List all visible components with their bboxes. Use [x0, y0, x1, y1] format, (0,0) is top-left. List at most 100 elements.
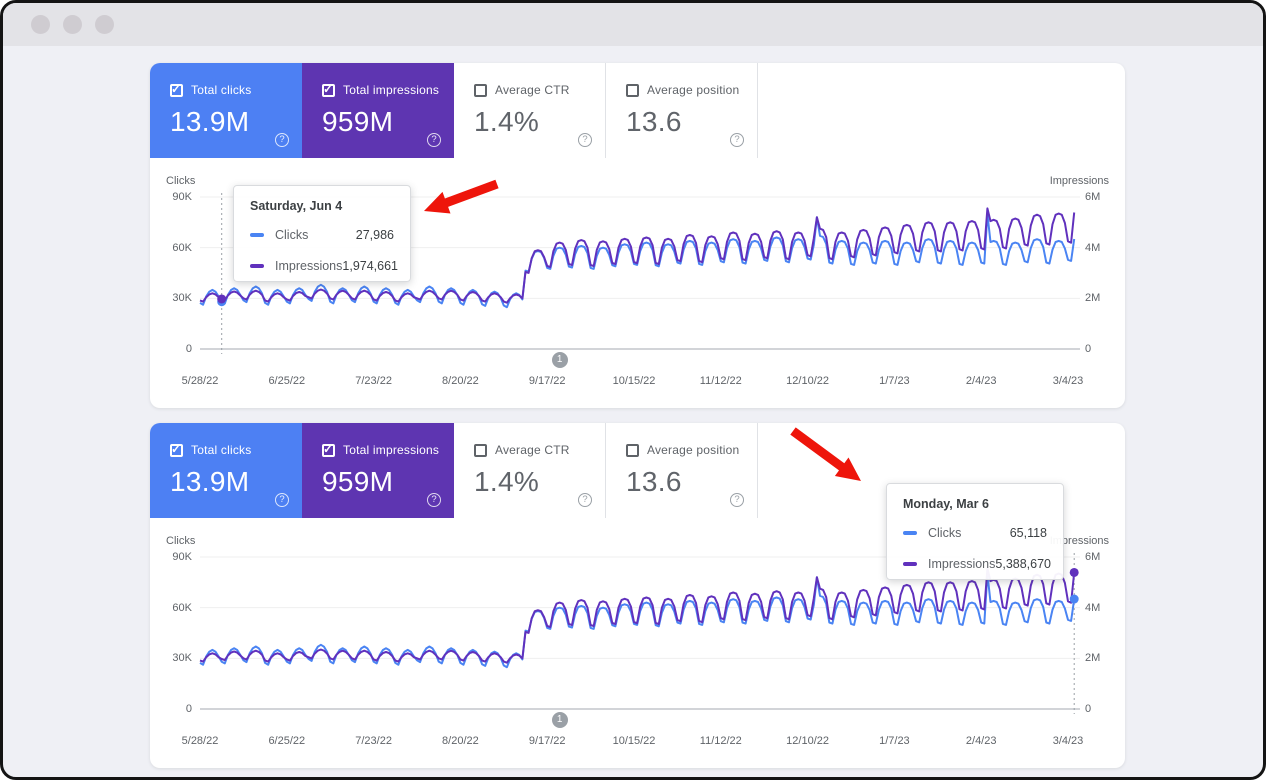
x-axis-date-label: 3/4/23 — [1036, 375, 1100, 387]
x-axis-date-label: 10/15/22 — [602, 735, 666, 747]
x-axis-date-label: 3/4/23 — [1036, 735, 1100, 747]
performance-panel-top: Clicks Impressions 90K 60K 30K 0 6M 4M 2M 0 5/… — [150, 63, 1125, 408]
metric-card-label: Average CTR — [495, 443, 570, 457]
right-axis-tick-label: 6M — [1085, 551, 1100, 563]
metric-card-label: Total clicks — [191, 443, 251, 457]
left-axis-tick-label: 0 — [150, 343, 192, 355]
tooltip-series-label: Impressions — [275, 259, 342, 273]
checkbox-icon[interactable]: ✓ — [322, 444, 335, 457]
metric-card-label: Average position — [647, 83, 739, 97]
checkbox-icon[interactable]: ✓ — [322, 84, 335, 97]
x-axis-date-label: 8/20/22 — [428, 375, 492, 387]
help-icon[interactable]: ? — [730, 133, 744, 147]
right-axis-tick-label: 4M — [1085, 602, 1100, 614]
metric-card-label: Average position — [647, 443, 739, 457]
right-axis-tick-label: 2M — [1085, 652, 1100, 664]
help-icon[interactable]: ? — [730, 493, 744, 507]
tooltip-series-label: Clicks — [928, 526, 961, 540]
metric-cards-row: ✓ Total clicks 13.9M ? ✓ Total impressio… — [150, 423, 758, 518]
right-axis-tick-label: 4M — [1085, 242, 1100, 254]
tooltip-series-value: 65,118 — [1010, 526, 1047, 540]
checkbox-icon[interactable]: ✓ — [170, 444, 183, 457]
right-axis-tick-label: 0 — [1085, 343, 1091, 355]
x-axis-date-label: 2/4/23 — [949, 375, 1013, 387]
x-axis-date-label: 5/28/22 — [168, 375, 232, 387]
right-axis-tick-label: 0 — [1085, 703, 1091, 715]
checkbox-icon[interactable]: ✓ — [474, 84, 487, 97]
metric-card-label: Total clicks — [191, 83, 251, 97]
window-control-dot-1[interactable] — [31, 15, 50, 34]
impressions-series-swatch-icon — [250, 264, 264, 268]
metric-card-average-position[interactable]: ✓ Average position 13.6 ? — [606, 423, 758, 518]
tooltip-date: Saturday, Jun 4 — [250, 199, 394, 213]
tooltip-series-value: 1,974,661 — [342, 259, 398, 273]
metric-card-label: Total impressions — [343, 83, 439, 97]
metric-card-average-ctr[interactable]: ✓ Average CTR 1.4% ? — [454, 423, 606, 518]
help-icon[interactable]: ? — [578, 493, 592, 507]
metric-cards-row: ✓ Total clicks 13.9M ? ✓ Total impressio… — [150, 63, 758, 158]
metric-card-label: Total impressions — [343, 443, 439, 457]
left-axis-tick-label: 60K — [150, 242, 192, 254]
annotation-badge[interactable]: 1 — [552, 352, 568, 368]
left-axis-tick-label: 30K — [150, 292, 192, 304]
left-axis-tick-label: 60K — [150, 602, 192, 614]
metric-card-total-impressions[interactable]: ✓ Total impressions 959M ? — [302, 63, 454, 158]
metric-card-total-clicks[interactable]: ✓ Total clicks 13.9M ? — [150, 423, 302, 518]
x-axis-date-label: 1/7/23 — [862, 735, 926, 747]
x-axis-date-label: 10/15/22 — [602, 375, 666, 387]
tooltip-date: Monday, Mar 6 — [903, 497, 1047, 511]
window-titlebar[interactable] — [3, 3, 1263, 46]
help-icon[interactable]: ? — [275, 133, 289, 147]
annotation-badge[interactable]: 1 — [552, 712, 568, 728]
x-axis-date-label: 8/20/22 — [428, 735, 492, 747]
tooltip-row-clicks: Clicks 27,986 — [250, 226, 394, 244]
tooltip-row-impressions: Impressions 1,974,661 — [250, 257, 394, 275]
right-axis-tick-label: 2M — [1085, 292, 1100, 304]
window-control-dot-2[interactable] — [63, 15, 82, 34]
help-icon[interactable]: ? — [578, 133, 592, 147]
checkbox-icon[interactable]: ✓ — [170, 84, 183, 97]
x-axis-date-label: 12/10/22 — [776, 375, 840, 387]
x-axis-date-label: 7/23/22 — [342, 375, 406, 387]
tooltip-row-impressions: Impressions 5,388,670 — [903, 555, 1047, 573]
left-axis-tick-label: 90K — [150, 191, 192, 203]
metric-card-total-clicks[interactable]: ✓ Total clicks 13.9M ? — [150, 63, 302, 158]
help-icon[interactable]: ? — [427, 133, 441, 147]
help-icon[interactable]: ? — [427, 493, 441, 507]
metric-card-label: Average CTR — [495, 83, 570, 97]
tooltip-series-value: 27,986 — [356, 228, 394, 242]
left-axis-title: Clicks — [166, 175, 195, 187]
tooltip-series-label: Impressions — [928, 557, 995, 571]
x-axis-date-label: 9/17/22 — [515, 735, 579, 747]
x-axis-date-label: 2/4/23 — [949, 735, 1013, 747]
help-icon[interactable]: ? — [275, 493, 289, 507]
x-axis-date-label: 12/10/22 — [776, 735, 840, 747]
left-axis-tick-label: 30K — [150, 652, 192, 664]
metric-card-average-ctr[interactable]: ✓ Average CTR 1.4% ? — [454, 63, 606, 158]
x-axis-date-label: 9/17/22 — [515, 375, 579, 387]
left-axis-title: Clicks — [166, 535, 195, 547]
left-axis-tick-label: 0 — [150, 703, 192, 715]
chart-tooltip: Saturday, Jun 4 Clicks 27,986 Impression… — [233, 185, 411, 282]
metric-card-total-impressions[interactable]: ✓ Total impressions 959M ? — [302, 423, 454, 518]
right-axis-tick-label: 6M — [1085, 191, 1100, 203]
red-arrow-annotation — [790, 427, 861, 481]
checkbox-icon[interactable]: ✓ — [474, 444, 487, 457]
clicks-series-swatch-icon — [250, 233, 264, 237]
x-axis-date-label: 6/25/22 — [255, 735, 319, 747]
metric-card-average-position[interactable]: ✓ Average position 13.6 ? — [606, 63, 758, 158]
x-axis-date-label: 11/12/22 — [689, 735, 753, 747]
x-axis-date-label: 11/12/22 — [689, 375, 753, 387]
window-control-dot-3[interactable] — [95, 15, 114, 34]
checkbox-icon[interactable]: ✓ — [626, 444, 639, 457]
app-window: Clicks Impressions 90K 60K 30K 0 6M 4M 2M 0 5/… — [0, 0, 1266, 780]
tooltip-row-clicks: Clicks 65,118 — [903, 524, 1047, 542]
x-axis-date-label: 5/28/22 — [168, 735, 232, 747]
impressions-series-swatch-icon — [903, 562, 917, 566]
clicks-series-swatch-icon — [903, 531, 917, 535]
chart-tooltip: Monday, Mar 6 Clicks 65,118 Impressions … — [886, 483, 1064, 580]
tooltip-series-value: 5,388,670 — [995, 557, 1051, 571]
x-axis-date-label: 6/25/22 — [255, 375, 319, 387]
checkbox-icon[interactable]: ✓ — [626, 84, 639, 97]
right-axis-title: Impressions — [1050, 175, 1109, 187]
